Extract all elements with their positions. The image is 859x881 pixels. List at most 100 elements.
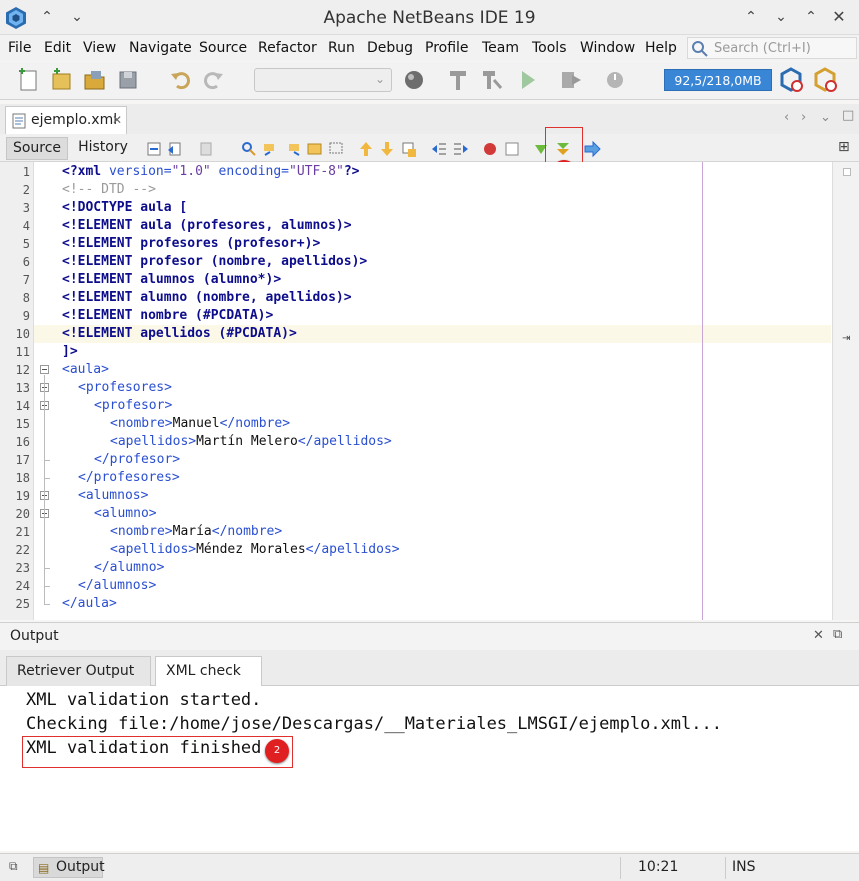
configuration-select[interactable]: ⌄: [254, 68, 392, 92]
editor-scrollbar[interactable]: ⇥: [832, 162, 859, 620]
back-icon[interactable]: [166, 140, 184, 158]
globe-icon[interactable]: [401, 66, 429, 94]
minimize-output-icon[interactable]: ⧉: [833, 627, 842, 642]
menu-edit[interactable]: Edit: [44, 40, 71, 56]
menu-source[interactable]: Source: [199, 40, 247, 56]
code-token: <!ELEMENT profesores (profesor+)>: [62, 236, 321, 251]
line-number: 18: [15, 471, 30, 485]
output-panel-header: Output ✕ ⧉: [0, 622, 859, 650]
shift-right-icon[interactable]: [452, 140, 470, 158]
run-icon[interactable]: [514, 66, 542, 94]
clean-build-icon[interactable]: [478, 66, 506, 94]
restore-icon[interactable]: ⌃: [800, 6, 822, 28]
close-tab-icon[interactable]: ✕: [112, 113, 122, 127]
line-number: 23: [15, 561, 30, 575]
title-bar: ⌃ ⌄ Apache NetBeans IDE 19 ⌃ ⌄ ⌃ ✕: [0, 0, 859, 35]
undo-icon[interactable]: [167, 66, 195, 94]
code-line: <profesores>: [78, 379, 172, 397]
fold-end: [44, 478, 50, 479]
memory-indicator[interactable]: 92,5/218,0MB: [664, 69, 772, 91]
code-token: <!ELEMENT alumno (nombre, apellidos)>: [62, 290, 352, 305]
menu-view[interactable]: View: [83, 40, 116, 56]
history-view-button[interactable]: History: [76, 137, 130, 160]
code-token: #PCDATA: [226, 326, 282, 341]
save-all-icon[interactable]: [114, 66, 142, 94]
start-macro-icon[interactable]: [481, 140, 499, 158]
menu-help[interactable]: Help: [645, 40, 677, 56]
code-line: <!ELEMENT profesor (nombre, apellidos)>: [62, 253, 367, 271]
find-next-icon[interactable]: [284, 140, 302, 158]
code-line: <!-- DTD -->: [62, 181, 156, 199]
fold-end: [44, 568, 50, 569]
maximize-editor-icon[interactable]: □: [842, 108, 854, 123]
tab-xml-check[interactable]: XML check: [155, 656, 262, 686]
xsl-transform-icon[interactable]: [583, 140, 601, 158]
line-number: 3: [22, 201, 30, 215]
line-number: 14: [15, 399, 30, 413]
menu-navigate[interactable]: Navigate: [129, 40, 192, 56]
code-token: Méndez Morales: [196, 542, 306, 557]
build-hammer-icon[interactable]: [444, 66, 472, 94]
close-window-icon[interactable]: ✕: [828, 6, 850, 28]
code-line: <apellidos>Martín Melero</apellidos>: [110, 433, 392, 451]
scroll-tabs-right-icon[interactable]: ›: [801, 110, 806, 125]
new-file-icon[interactable]: [14, 66, 42, 94]
redo-icon[interactable]: [199, 66, 227, 94]
shift-left-icon[interactable]: [430, 140, 448, 158]
line-number: 12: [15, 363, 30, 377]
forward-icon[interactable]: [199, 140, 217, 158]
gc-icon[interactable]: [778, 66, 806, 94]
profile-icon[interactable]: [602, 66, 630, 94]
menu-run[interactable]: Run: [328, 40, 355, 56]
line-number: 5: [22, 237, 30, 251]
new-project-icon[interactable]: [47, 66, 75, 94]
code-line: <!ELEMENT alumno (nombre, apellidos)>: [62, 289, 352, 307]
search-input[interactable]: Search (Ctrl+I): [687, 37, 857, 59]
code-token: </profesor>: [94, 452, 181, 467]
scroll-tabs-left-icon[interactable]: ‹: [784, 110, 789, 125]
find-icon[interactable]: [240, 140, 258, 158]
menu-file[interactable]: File: [8, 40, 31, 56]
output-toggle-button[interactable]: ▤ Output: [33, 857, 105, 878]
menu-profile[interactable]: Profile: [425, 40, 469, 56]
stop-macro-icon[interactable]: [503, 140, 521, 158]
status-separator: [725, 857, 726, 879]
rect-select-icon[interactable]: [328, 140, 346, 158]
code-line: <!DOCTYPE aula [: [62, 199, 187, 217]
prev-bookmark-icon[interactable]: [357, 140, 375, 158]
code-line: <!ELEMENT aula (profesores, alumnos)>: [62, 217, 352, 235]
line-number: 22: [15, 543, 30, 557]
tab-list-icon[interactable]: ⌄: [820, 110, 831, 125]
menu-team[interactable]: Team: [482, 40, 519, 56]
next-bookmark-icon[interactable]: [378, 140, 396, 158]
find-previous-icon[interactable]: [262, 140, 280, 158]
toggle-bookmark-icon[interactable]: [400, 140, 418, 158]
restore-windows-icon[interactable]: ⧉: [9, 859, 18, 874]
maximize-up-icon[interactable]: ⌃: [740, 6, 762, 28]
menu-window[interactable]: Window: [580, 40, 635, 56]
menu-tools[interactable]: Tools: [532, 40, 567, 56]
fold-end: [44, 460, 50, 461]
open-project-icon[interactable]: [81, 66, 109, 94]
output-console[interactable]: [0, 686, 859, 851]
code-token: "1.0": [171, 164, 211, 179]
line-number: 25: [15, 597, 30, 611]
profiler-icon[interactable]: [812, 66, 840, 94]
tab-retriever-output[interactable]: Retriever Output: [6, 656, 151, 686]
split-editor-icon[interactable]: ⊞: [838, 139, 850, 155]
code-token: <alumnos>: [78, 488, 149, 503]
line-number: 19: [15, 489, 30, 503]
menu-debug[interactable]: Debug: [367, 40, 413, 56]
fold-toggle-icon[interactable]: [40, 365, 49, 374]
tab-ejemplo-xml[interactable]: ejemplo.xml ✕: [5, 106, 127, 134]
code-token: <!ELEMENT nombre (#PCDATA)>: [62, 308, 274, 323]
code-line: </alumno>: [94, 559, 164, 577]
debug-icon[interactable]: [558, 66, 586, 94]
source-view-button[interactable]: Source: [6, 137, 68, 160]
toggle-highlight-icon[interactable]: [306, 140, 324, 158]
minimize-icon[interactable]: ⌄: [770, 6, 792, 28]
last-edit-icon[interactable]: [146, 140, 164, 158]
menu-refactor[interactable]: Refactor: [258, 40, 317, 56]
close-output-icon[interactable]: ✕: [813, 628, 824, 643]
caret-position-marker: ⇥: [842, 333, 851, 344]
